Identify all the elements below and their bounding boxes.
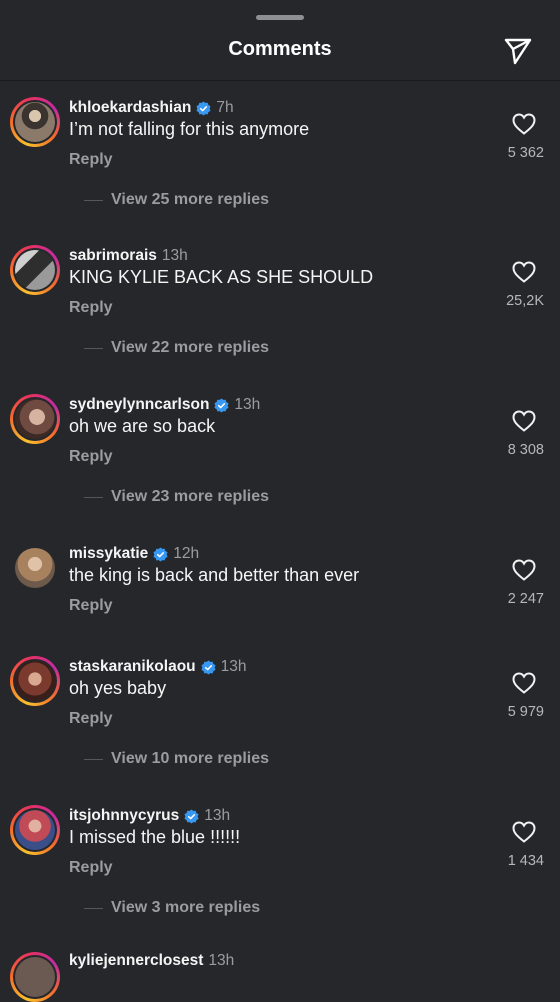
comment-username[interactable]: itsjohnnycyrus — [69, 807, 179, 825]
heart-icon[interactable] — [512, 559, 536, 581]
view-more-label[interactable]: View 25 more replies — [111, 191, 269, 209]
reply-button[interactable]: Reply — [69, 299, 113, 317]
comment-time: 13h — [208, 952, 235, 969]
verified-badge-icon — [214, 397, 229, 413]
comment-time: 13h — [204, 807, 231, 824]
comment-time: 13h — [220, 658, 247, 675]
divider — [84, 758, 103, 760]
like-count: 5 362 — [507, 145, 544, 161]
verified-badge-icon — [196, 100, 211, 116]
view-more-label[interactable]: View 10 more replies — [111, 750, 269, 768]
reply-button[interactable]: Reply — [69, 597, 113, 615]
avatar[interactable] — [10, 656, 60, 706]
comment-username[interactable]: staskaranikolaou — [69, 658, 196, 676]
view-more-label[interactable]: View 23 more replies — [111, 488, 269, 506]
heart-icon[interactable] — [512, 410, 536, 432]
comment-username[interactable]: missykatie — [69, 545, 148, 563]
like-count: 2 247 — [507, 591, 544, 607]
avatar[interactable] — [10, 805, 60, 855]
comment-time: 13h — [234, 396, 261, 413]
heart-icon[interactable] — [512, 261, 536, 283]
like-count: 8 308 — [507, 442, 544, 458]
heart-icon[interactable] — [512, 113, 536, 135]
view-more-label[interactable]: View 22 more replies — [111, 339, 269, 357]
comment-text: I missed the blue !!!!!! — [69, 827, 241, 847]
like-count: 25,2K — [506, 293, 544, 309]
view-more-replies[interactable]: View 3 more replies — [84, 899, 260, 917]
avatar[interactable] — [10, 952, 60, 1002]
avatar[interactable] — [10, 394, 60, 444]
like-count: 1 434 — [507, 853, 544, 869]
comment-text: I’m not falling for this anymore — [69, 119, 310, 139]
send-icon[interactable] — [502, 34, 534, 66]
reply-button[interactable]: Reply — [69, 710, 113, 728]
comment-text: KING KYLIE BACK AS SHE SHOULD — [69, 267, 374, 287]
heart-icon[interactable] — [512, 672, 536, 694]
comment-username[interactable]: kyliejennerclosest — [69, 952, 203, 970]
verified-badge-icon — [184, 808, 199, 824]
comment-time: 7h — [216, 99, 234, 116]
view-more-replies[interactable]: View 23 more replies — [84, 488, 269, 506]
verified-badge-icon — [201, 659, 216, 675]
comment-time: 13h — [161, 247, 188, 264]
comment-time: 12h — [173, 545, 200, 562]
comment-text: the king is back and better than ever — [69, 565, 360, 585]
avatar[interactable] — [10, 97, 60, 147]
comment-item-partial: kyliejennerclosest 13h — [0, 950, 560, 1002]
comment-text: oh we are so back — [69, 416, 216, 436]
divider — [84, 347, 103, 349]
page-title: Comments — [228, 38, 332, 60]
avatar[interactable] — [10, 245, 60, 295]
reply-button[interactable]: Reply — [69, 859, 113, 877]
comment-text: oh yes baby — [69, 678, 167, 698]
reply-button[interactable]: Reply — [69, 448, 113, 466]
heart-icon[interactable] — [512, 821, 536, 843]
avatar[interactable] — [10, 543, 60, 593]
reply-button[interactable]: Reply — [69, 151, 113, 169]
view-more-replies[interactable]: View 22 more replies — [84, 339, 269, 357]
view-more-replies[interactable]: View 25 more replies — [84, 191, 269, 209]
like-count: 5 979 — [507, 704, 544, 720]
verified-badge-icon — [153, 546, 168, 562]
comments-header: Comments — [0, 0, 560, 81]
view-more-label[interactable]: View 3 more replies — [111, 899, 260, 917]
divider — [84, 199, 103, 201]
view-more-replies[interactable]: View 10 more replies — [84, 750, 269, 768]
divider — [84, 907, 103, 909]
comment-username[interactable]: sabrimorais — [69, 247, 157, 265]
comment-username[interactable]: sydneylynncarlson — [69, 396, 209, 414]
comment-username[interactable]: khloekardashian — [69, 99, 191, 117]
divider — [84, 496, 103, 498]
